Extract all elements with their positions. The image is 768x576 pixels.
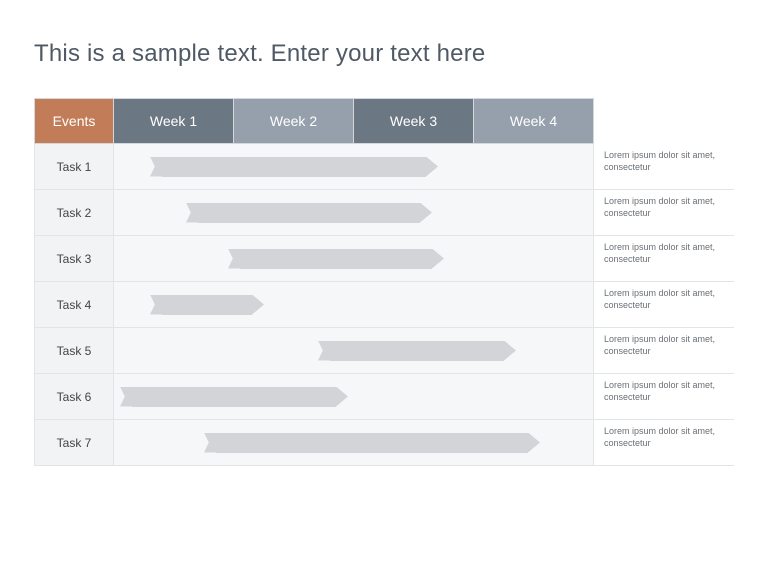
task-row: Task 6 Lorem ipsum dolor sit amet, consec… [34,374,734,420]
task-label: Task 6 [34,374,114,419]
task-track [114,374,594,419]
task-label: Task 4 [34,282,114,327]
week-head-3: Week 3 [354,98,474,144]
task-label: Task 1 [34,144,114,189]
bar-head-arrow-icon [528,433,540,453]
task-row: Task 5 Lorem ipsum dolor sit amet, consec… [34,328,734,374]
bar-body [162,295,252,315]
gantt-header-row: Events Week 1 Week 2 Week 3 Week 4 [34,98,734,144]
bar-tail-chevron-icon [150,157,162,177]
task-bar [186,203,432,223]
week-head-1: Week 1 [114,98,234,144]
bar-body [216,433,528,453]
bar-tail-chevron-icon [318,341,330,361]
task-track [114,282,594,327]
task-row: Task 3 Lorem ipsum dolor sit amet, consec… [34,236,734,282]
task-bar [150,295,264,315]
task-label: Task 7 [34,420,114,465]
bar-tail-chevron-icon [150,295,162,315]
task-row: Task 2 Lorem ipsum dolor sit amet, consec… [34,190,734,236]
task-description: Lorem ipsum dolor sit amet, consectetur [594,144,734,189]
task-row: Task 1 Lorem ipsum dolor sit amet, consec… [34,144,734,190]
bar-body [330,341,504,361]
bar-head-arrow-icon [504,341,516,361]
bar-head-arrow-icon [420,203,432,223]
task-description: Lorem ipsum dolor sit amet, consectetur [594,420,734,465]
gantt-chart: Events Week 1 Week 2 Week 3 Week 4 Task … [34,98,734,466]
bar-tail-chevron-icon [228,249,240,269]
week-head-4: Week 4 [474,98,594,144]
task-bar [120,387,348,407]
task-bar [228,249,444,269]
task-description: Lorem ipsum dolor sit amet, consectetur [594,190,734,235]
task-row: Task 7 Lorem ipsum dolor sit amet, consec… [34,420,734,466]
task-label: Task 3 [34,236,114,281]
page-title: This is a sample text. Enter your text h… [34,40,734,68]
task-track [114,236,594,281]
bar-head-arrow-icon [432,249,444,269]
bar-head-arrow-icon [252,295,264,315]
week-head-2: Week 2 [234,98,354,144]
task-row: Task 4 Lorem ipsum dolor sit amet, consec… [34,282,734,328]
task-bar [318,341,516,361]
task-bar [204,433,540,453]
bar-head-arrow-icon [426,157,438,177]
task-description: Lorem ipsum dolor sit amet, consectetur [594,236,734,281]
bar-body [198,203,420,223]
task-description: Lorem ipsum dolor sit amet, consectetur [594,282,734,327]
bar-body [240,249,432,269]
bar-tail-chevron-icon [186,203,198,223]
bar-body [132,387,336,407]
task-track [114,420,594,465]
events-column-head: Events [34,98,114,144]
task-track [114,328,594,373]
task-track [114,190,594,235]
task-label: Task 5 [34,328,114,373]
task-description: Lorem ipsum dolor sit amet, consectetur [594,374,734,419]
bar-head-arrow-icon [336,387,348,407]
task-track [114,144,594,189]
task-label: Task 2 [34,190,114,235]
gantt-rows: Task 1 Lorem ipsum dolor sit amet, consec… [34,144,734,466]
task-bar [150,157,438,177]
bar-tail-chevron-icon [204,433,216,453]
bar-body [162,157,426,177]
task-description: Lorem ipsum dolor sit amet, consectetur [594,328,734,373]
bar-tail-chevron-icon [120,387,132,407]
